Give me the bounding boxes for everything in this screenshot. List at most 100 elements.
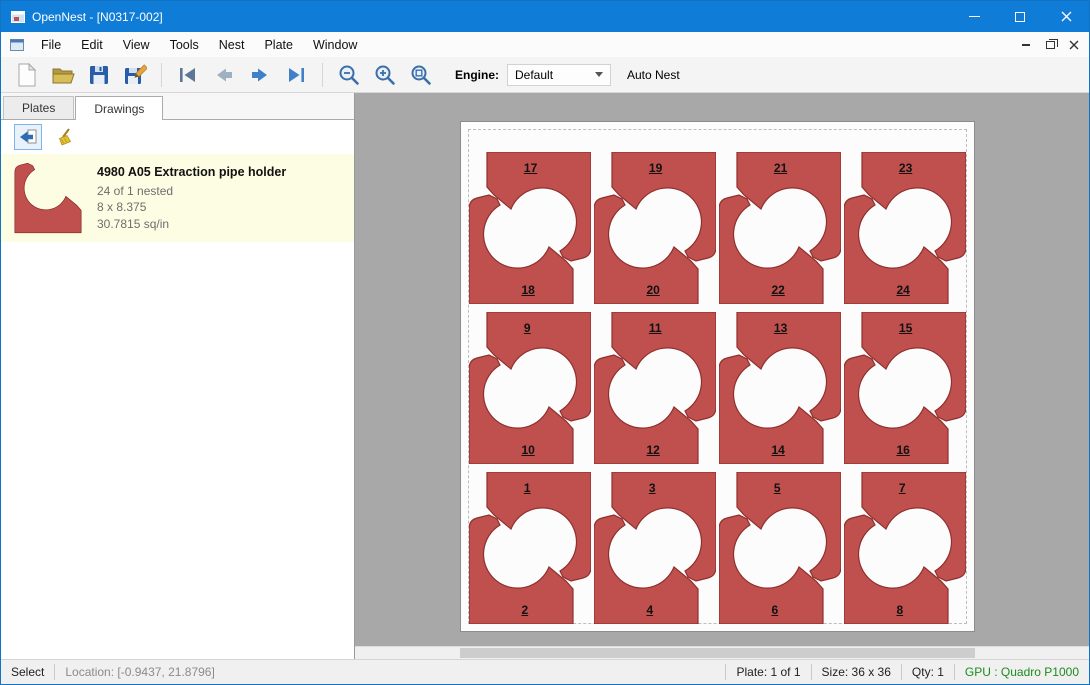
horizontal-scrollbar[interactable]	[355, 646, 1089, 659]
nest-canvas[interactable]: 17 18 19 20	[355, 93, 1089, 659]
app-icon	[10, 9, 26, 25]
engine-label: Engine:	[455, 68, 499, 82]
drawing-list-item[interactable]: 4980 A05 Extraction pipe holder 24 of 1 …	[1, 154, 354, 242]
mdi-restore-button[interactable]	[1039, 36, 1061, 54]
engine-select[interactable]: Default	[507, 64, 611, 86]
scrollbar-thumb[interactable]	[460, 648, 975, 658]
part-number: 21	[774, 161, 787, 175]
part-number: 14	[771, 443, 784, 457]
send-back-button[interactable]	[14, 124, 42, 150]
part-number: 24	[896, 283, 909, 297]
new-button[interactable]	[9, 59, 45, 91]
menu-bar: File Edit View Tools Nest Plate Window	[1, 32, 1089, 57]
part-number: 12	[646, 443, 659, 457]
zoom-in-button[interactable]	[367, 59, 403, 91]
tab-drawings[interactable]: Drawings	[75, 96, 163, 120]
first-plate-button[interactable]	[170, 59, 206, 91]
nest-pair[interactable]: 1 2	[469, 472, 591, 624]
close-button[interactable]	[1043, 1, 1089, 32]
side-panel: Plates Drawings	[1, 93, 355, 659]
nest-pair[interactable]: 9 10	[469, 312, 591, 464]
panel-tabs: Plates Drawings	[1, 93, 354, 120]
next-plate-button[interactable]	[242, 59, 278, 91]
maximize-button[interactable]	[997, 1, 1043, 32]
part-number: 19	[649, 161, 662, 175]
status-gpu: GPU : Quadro P1000	[955, 665, 1089, 679]
open-folder-icon	[50, 63, 76, 87]
part-area: 30.7815 sq/in	[97, 216, 286, 233]
minimize-icon	[1022, 44, 1030, 46]
part-number: 9	[524, 321, 531, 335]
menu-nest[interactable]: Nest	[209, 34, 255, 56]
part-number: 2	[521, 603, 528, 617]
nest-pair[interactable]: 21 22	[719, 152, 841, 304]
part-number: 3	[649, 481, 656, 495]
part-title: 4980 A05 Extraction pipe holder	[97, 164, 286, 181]
menu-edit[interactable]: Edit	[71, 34, 113, 56]
clean-button[interactable]	[51, 124, 79, 150]
restore-icon	[1046, 41, 1055, 49]
document-icon	[9, 37, 25, 53]
new-document-icon	[15, 62, 39, 88]
maximize-icon	[1015, 12, 1025, 22]
status-location: Location: [-0.9437, 21.8796]	[55, 665, 224, 679]
part-size: 8 x 8.375	[97, 199, 286, 216]
part-number: 4	[646, 603, 653, 617]
previous-plate-button[interactable]	[206, 59, 242, 91]
tab-plates[interactable]: Plates	[3, 96, 74, 119]
part-thumbnail	[9, 162, 87, 234]
part-number: 22	[771, 283, 784, 297]
nest-pair[interactable]: 11 12	[594, 312, 716, 464]
nest-pair[interactable]: 13 14	[719, 312, 841, 464]
part-number: 17	[524, 161, 537, 175]
nest-layout: 17 18 19 20	[469, 152, 966, 624]
status-plate: Plate: 1 of 1	[726, 665, 810, 679]
mdi-minimize-button[interactable]	[1015, 36, 1037, 54]
save-edit-icon	[123, 63, 147, 87]
status-size: Size: 36 x 36	[812, 665, 901, 679]
part-nested-count: 24 of 1 nested	[97, 183, 286, 200]
plate[interactable]: 17 18 19 20	[460, 121, 975, 632]
menu-tools[interactable]: Tools	[160, 34, 209, 56]
menu-view[interactable]: View	[113, 34, 160, 56]
menu-file[interactable]: File	[31, 34, 71, 56]
zoom-fit-icon	[409, 63, 433, 87]
drawing-list-empty-area[interactable]	[1, 242, 354, 659]
go-last-icon	[284, 63, 308, 87]
nest-pair[interactable]: 3 4	[594, 472, 716, 624]
open-button[interactable]	[45, 59, 81, 91]
part-number: 5	[774, 481, 781, 495]
chevron-down-icon	[595, 72, 603, 77]
nest-pair[interactable]: 5 6	[719, 472, 841, 624]
nest-pair[interactable]: 15 16	[844, 312, 966, 464]
go-first-icon	[176, 63, 200, 87]
last-plate-button[interactable]	[278, 59, 314, 91]
part-number: 23	[899, 161, 912, 175]
part-number: 6	[771, 603, 778, 617]
nest-pair[interactable]: 19 20	[594, 152, 716, 304]
part-number: 7	[899, 481, 906, 495]
menu-plate[interactable]: Plate	[254, 34, 303, 56]
mdi-close-button[interactable]	[1063, 36, 1085, 54]
save-floppy-icon	[87, 63, 111, 87]
zoom-fit-button[interactable]	[403, 59, 439, 91]
zoom-in-icon	[373, 63, 397, 87]
part-number: 18	[521, 283, 534, 297]
zoom-out-button[interactable]	[331, 59, 367, 91]
drawings-toolbar	[1, 120, 354, 154]
save-as-button[interactable]	[117, 59, 153, 91]
nest-pair[interactable]: 23 24	[844, 152, 966, 304]
nest-pair[interactable]: 7 8	[844, 472, 966, 624]
nest-pair[interactable]: 17 18	[469, 152, 591, 304]
part-number: 15	[899, 321, 912, 335]
engine-value: Default	[515, 68, 553, 82]
minimize-button[interactable]	[951, 1, 997, 32]
save-button[interactable]	[81, 59, 117, 91]
app-window: OpenNest - [N0317-002] File Edit View To…	[0, 0, 1090, 685]
menu-window[interactable]: Window	[303, 34, 367, 56]
status-bar: Select Location: [-0.9437, 21.8796] Plat…	[1, 659, 1089, 684]
status-mode: Select	[1, 665, 54, 679]
auto-nest-button[interactable]: Auto Nest	[627, 68, 680, 82]
close-icon	[1069, 40, 1079, 50]
minimize-icon	[969, 16, 980, 17]
